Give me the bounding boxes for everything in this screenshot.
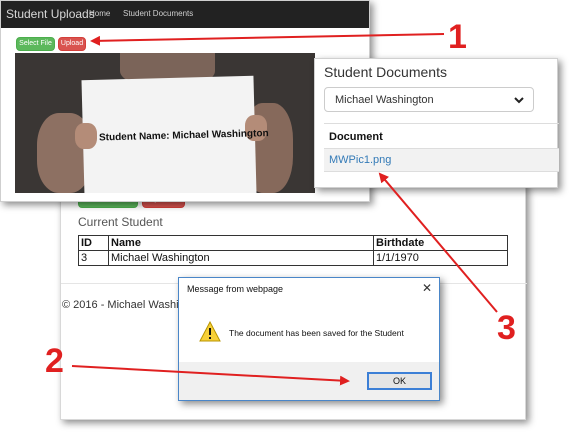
- dialog-title: Message from webpage: [187, 284, 284, 294]
- upload-button-small[interactable]: Upload: [58, 37, 86, 51]
- callout-number-2: 2: [45, 342, 64, 380]
- document-link[interactable]: MWPic1.png: [329, 154, 391, 166]
- callout-number-1: 1: [448, 18, 467, 56]
- student-select-value: Michael Washington: [335, 94, 434, 106]
- column-header-birthdate: Birthdate: [373, 235, 508, 251]
- footer-text: © 2016 - Michael Washi: [62, 299, 179, 311]
- select-file-button-small[interactable]: Select File: [16, 37, 55, 51]
- page-title: Student Documents: [324, 64, 447, 80]
- message-dialog: Message from webpage ✕ The document has …: [178, 277, 440, 401]
- table-header-row: ID Name Birthdate: [78, 235, 508, 251]
- cell-name: Michael Washington: [108, 250, 374, 266]
- dialog-footer: OK: [179, 362, 439, 400]
- warning-icon: [199, 321, 221, 342]
- column-header-name: Name: [108, 235, 374, 251]
- student-documents-window: Student Documents Michael Washington Doc…: [314, 58, 559, 188]
- cell-birthdate: 1/1/1970: [373, 250, 508, 266]
- cell-id: 3: [78, 250, 109, 266]
- close-icon[interactable]: ✕: [422, 281, 432, 295]
- table-row: MWPic1.png: [324, 148, 559, 172]
- table-row: 3 Michael Washington 1/1/1970: [78, 250, 508, 266]
- navbar: Student Uploads Home Student Documents: [1, 1, 369, 28]
- navbar-brand[interactable]: Student Uploads: [6, 7, 95, 21]
- student-select[interactable]: Michael Washington: [324, 87, 534, 112]
- documents-table-border: [324, 123, 559, 124]
- student-table: ID Name Birthdate 3 Michael Washington 1…: [78, 235, 508, 266]
- column-header-id: ID: [78, 235, 109, 251]
- dialog-message: The document has been saved for the Stud…: [229, 328, 404, 338]
- uploaded-photo: Student Name: Michael Washington: [15, 53, 315, 193]
- chevron-down-icon: [514, 97, 524, 104]
- current-student-label: Current Student: [78, 215, 163, 229]
- nav-link-student-documents[interactable]: Student Documents: [123, 9, 193, 18]
- column-header-document: Document: [329, 131, 383, 143]
- ok-button[interactable]: OK: [367, 372, 432, 390]
- callout-number-3: 3: [497, 309, 516, 347]
- nav-link-home[interactable]: Home: [89, 9, 110, 18]
